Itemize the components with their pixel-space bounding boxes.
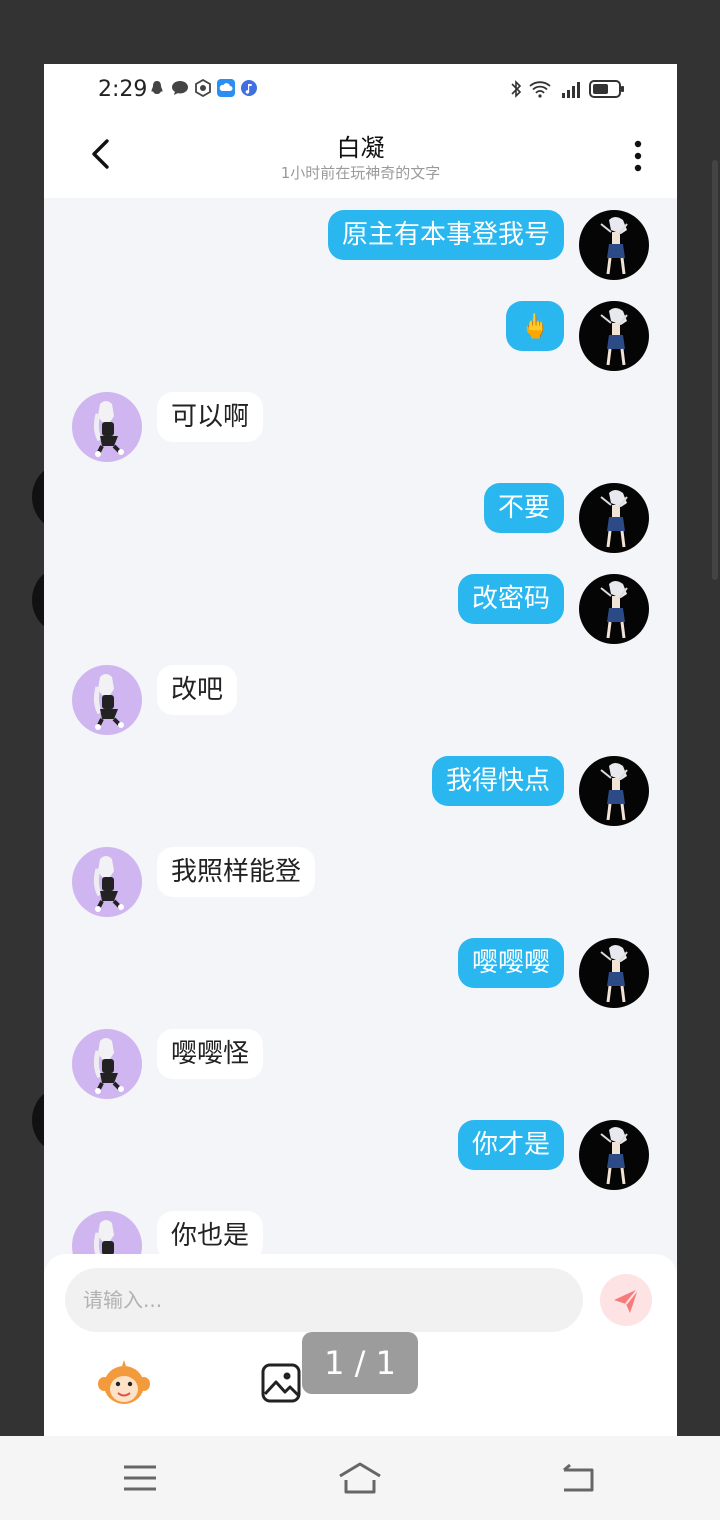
contact-avatar[interactable] <box>72 665 142 735</box>
system-navigation-bar <box>0 1436 720 1520</box>
contact-name: 白凝 <box>336 134 385 162</box>
self-avatar[interactable] <box>579 1120 649 1190</box>
page-indicator: 1 / 1 <box>302 1332 418 1394</box>
message-bubble-outgoing[interactable]: 原主有本事登我号 <box>327 210 564 260</box>
message-bubble-outgoing[interactable]: 我得快点 <box>431 756 564 806</box>
message-bubble-outgoing[interactable]: 改密码 <box>457 574 564 624</box>
bluetooth-icon <box>511 80 522 98</box>
self-avatar[interactable] <box>579 938 649 1008</box>
self-avatar[interactable] <box>579 574 649 644</box>
notification-icons <box>148 79 258 97</box>
self-avatar[interactable] <box>579 210 649 280</box>
message-bubble-outgoing[interactable]: 🖕 <box>506 301 564 351</box>
home-icon[interactable] <box>336 1458 384 1498</box>
more-options-button[interactable] <box>623 138 653 174</box>
battery-icon <box>589 80 624 98</box>
status-time: 2:29 <box>98 77 148 102</box>
message-bubble-incoming[interactable]: 改吧 <box>157 665 238 715</box>
message-bubble-outgoing[interactable]: 你才是 <box>457 1120 564 1170</box>
contact-status: 1小时前在玩神奇的文字 <box>280 164 441 182</box>
cloud-icon <box>217 79 235 97</box>
self-avatar[interactable] <box>579 756 649 826</box>
input-panel: 1 / 1 <box>44 1254 677 1436</box>
self-avatar[interactable] <box>579 301 649 371</box>
message-bubble-outgoing[interactable]: 不要 <box>483 483 564 533</box>
contact-avatar[interactable] <box>72 1029 142 1099</box>
cellular-signal-icon <box>562 82 580 98</box>
background-scrollbar <box>712 160 718 580</box>
self-avatar[interactable] <box>579 483 649 553</box>
chat-bubble-icon <box>172 81 188 95</box>
message-bubble-incoming[interactable]: 可以啊 <box>157 392 264 442</box>
message-input[interactable] <box>65 1268 583 1332</box>
chat-header: 白凝 1小时前在玩神奇的文字 <box>44 116 677 198</box>
chat-window: 2:29 白凝 1小时前在玩神奇的文字 原主有本事登我号 🖕 可以啊 不要 改密… <box>44 64 677 1436</box>
music-icon <box>241 80 257 96</box>
message-bubble-incoming[interactable]: 我照样能登 <box>157 847 316 897</box>
wifi-icon <box>529 81 551 98</box>
system-icons <box>510 79 625 99</box>
back-nav-icon[interactable] <box>558 1458 598 1498</box>
image-icon[interactable] <box>260 1362 302 1404</box>
send-button[interactable] <box>600 1274 652 1326</box>
message-bubble-incoming[interactable]: 嘤嘤怪 <box>157 1029 264 1079</box>
menu-icon[interactable] <box>120 1458 160 1498</box>
qq-icon <box>151 81 163 94</box>
status-bar: 2:29 <box>44 64 677 116</box>
badge-icon <box>195 79 211 97</box>
monkey-emoji-icon[interactable] <box>96 1358 152 1408</box>
message-bubble-outgoing[interactable]: 嘤嘤嘤 <box>457 938 564 988</box>
contact-avatar[interactable] <box>72 392 142 462</box>
send-icon <box>614 1288 639 1313</box>
contact-avatar[interactable] <box>72 847 142 917</box>
